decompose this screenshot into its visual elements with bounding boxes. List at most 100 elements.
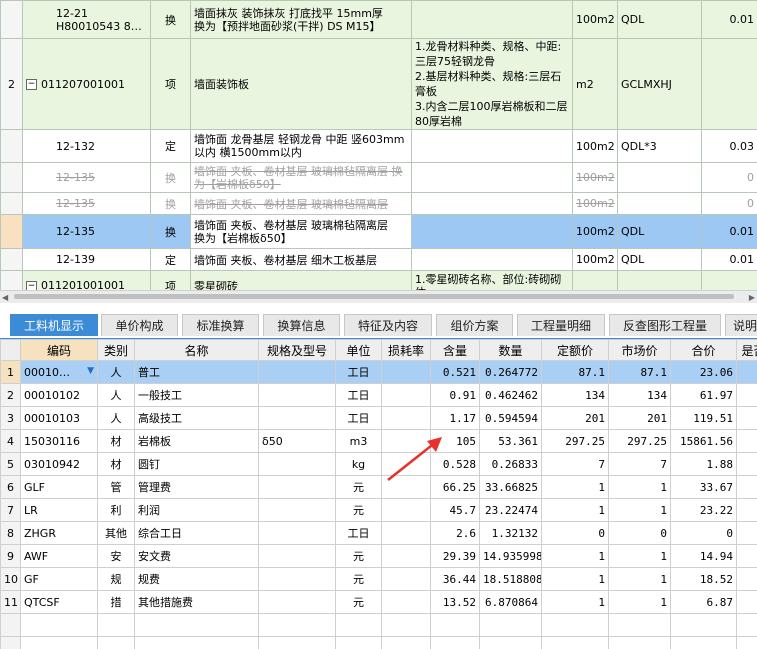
material-content[interactable]: 45.7 [430, 498, 480, 522]
material-market-price[interactable]: 7 [608, 452, 671, 476]
material-flag[interactable] [736, 429, 757, 453]
material-loss-rate[interactable] [381, 498, 431, 522]
tab-notes[interactable]: 说明 [725, 314, 757, 336]
material-unit[interactable]: 工日 [335, 383, 382, 407]
material-total[interactable]: 23.22 [670, 498, 737, 522]
material-spec[interactable] [258, 475, 336, 499]
material-name[interactable]: 其他措施费 [134, 590, 259, 614]
header-unit[interactable]: 单位 [335, 339, 382, 361]
material-row[interactable]: 6 GLF 管 管理费 元 66.25 33.66825 1 1 33.67 [0, 475, 757, 499]
material-row[interactable]: 8 ZHGR 其他 综合工日 工日 2.6 1.32132 0 0 0 [0, 521, 757, 545]
material-code[interactable]: GF [20, 567, 98, 591]
material-market-price[interactable]: 201 [608, 406, 671, 430]
material-name[interactable]: 利润 [134, 498, 259, 522]
bill-row[interactable]: 2 −011207001001 项 墙面装饰板 1.龙骨材料种类、规格、中距:三… [0, 38, 757, 130]
material-category[interactable]: 人 [97, 360, 135, 384]
material-quota-price[interactable]: 297.25 [541, 429, 609, 453]
material-quota-price[interactable]: 7 [541, 452, 609, 476]
material-content[interactable]: 13.52 [430, 590, 480, 614]
quota-name-editor[interactable]: 墙饰面 夹板、卷材基层 玻璃棉毡隔离层 换为【岩棉板δ50】 [190, 214, 412, 249]
quota-row-selected[interactable]: 12-135 换 墙饰面 夹板、卷材基层 玻璃棉毡隔离层 换为【岩棉板δ50】 … [0, 214, 757, 249]
material-content[interactable]: 36.44 [430, 567, 480, 591]
material-loss-rate[interactable] [381, 567, 431, 591]
material-total[interactable]: 15861.56 [670, 429, 737, 453]
material-unit[interactable]: m3 [335, 429, 382, 453]
material-category[interactable]: 人 [97, 383, 135, 407]
material-spec[interactable] [258, 383, 336, 407]
material-total[interactable]: 23.06 [670, 360, 737, 384]
material-total[interactable]: 61.97 [670, 383, 737, 407]
material-quota-price[interactable]: 1 [541, 475, 609, 499]
material-market-price[interactable]: 297.25 [608, 429, 671, 453]
material-quota-price[interactable]: 87.1 [541, 360, 609, 384]
material-quota-price[interactable]: 1 [541, 567, 609, 591]
horizontal-scrollbar[interactable]: ◀ ▶ [0, 290, 757, 303]
material-spec[interactable] [258, 521, 336, 545]
tab-features[interactable]: 特征及内容 [344, 314, 432, 336]
material-content[interactable]: 105 [430, 429, 480, 453]
material-flag[interactable] [736, 521, 757, 545]
header-content[interactable]: 含量 [430, 339, 480, 361]
material-content[interactable]: 0.521 [430, 360, 480, 384]
material-loss-rate[interactable] [381, 429, 431, 453]
material-name[interactable]: 一般技工 [134, 383, 259, 407]
material-quantity[interactable]: 6.870864 [479, 590, 542, 614]
material-market-price[interactable]: 1 [608, 498, 671, 522]
material-category[interactable]: 规 [97, 567, 135, 591]
material-unit[interactable]: 元 [335, 544, 382, 568]
material-spec[interactable] [258, 544, 336, 568]
material-quantity[interactable]: 0.26833 [479, 452, 542, 476]
quota-row-disabled[interactable]: 12-135 换 墙饰面 夹板、卷材基层 玻璃棉毡隔离层 100m2 0 [0, 192, 757, 215]
material-total[interactable]: 14.94 [670, 544, 737, 568]
material-name[interactable]: 综合工日 [134, 521, 259, 545]
material-loss-rate[interactable] [381, 475, 431, 499]
tab-unit-price[interactable]: 单价构成 [101, 314, 178, 336]
material-row[interactable]: 1 00010… ▼ 人 普工 工日 0.521 0.264772 87.1 87.1 23.06 [0, 360, 757, 384]
header-code[interactable]: 编码 [20, 339, 98, 361]
scroll-left-icon[interactable]: ◀ [2, 293, 8, 302]
material-code[interactable]: 00010103 [20, 406, 98, 430]
material-unit[interactable]: 工日 [335, 521, 382, 545]
scroll-thumb[interactable] [14, 294, 734, 299]
material-row[interactable]: 3 00010103 人 高级技工 工日 1.17 0.594594 201 201 119.51 [0, 406, 757, 430]
material-spec[interactable] [258, 360, 336, 384]
material-code[interactable]: LR [20, 498, 98, 522]
material-category[interactable]: 人 [97, 406, 135, 430]
material-quantity[interactable]: 33.66825 [479, 475, 542, 499]
material-total[interactable]: 0 [670, 521, 737, 545]
material-row[interactable]: 4 15030116 材 岩棉板 δ50 m3 105 53.361 297.25 297.25 1… [0, 429, 757, 453]
material-total[interactable]: 119.51 [670, 406, 737, 430]
material-quota-price[interactable]: 1 [541, 544, 609, 568]
material-content[interactable]: 66.25 [430, 475, 480, 499]
material-unit[interactable]: 元 [335, 567, 382, 591]
material-row[interactable]: 7 LR 利 利润 元 45.7 23.22474 1 1 23.22 [0, 498, 757, 522]
material-category[interactable]: 利 [97, 498, 135, 522]
material-quantity[interactable]: 18.518808 [479, 567, 542, 591]
header-quota-price[interactable]: 定额价 [541, 339, 609, 361]
material-category[interactable]: 措 [97, 590, 135, 614]
material-category[interactable]: 材 [97, 429, 135, 453]
material-flag[interactable] [736, 360, 757, 384]
material-spec[interactable] [258, 452, 336, 476]
material-total[interactable]: 33.67 [670, 475, 737, 499]
tab-reverse-lookup[interactable]: 反查图形工程量 [609, 314, 721, 336]
material-name[interactable]: 管理费 [134, 475, 259, 499]
material-unit[interactable]: 元 [335, 590, 382, 614]
quota-row-disabled[interactable]: 12-135 换 墙饰面 夹板、卷材基层 玻璃棉毡隔离层 换为【岩棉板δ50】 … [0, 162, 757, 193]
scroll-right-icon[interactable]: ▶ [749, 293, 755, 302]
header-category[interactable]: 类别 [97, 339, 135, 361]
material-quantity[interactable]: 0.594594 [479, 406, 542, 430]
tab-pricing-scheme[interactable]: 组价方案 [436, 314, 513, 336]
material-code[interactable]: 15030116 [20, 429, 98, 453]
material-loss-rate[interactable] [381, 360, 431, 384]
header-name[interactable]: 名称 [134, 339, 259, 361]
header-total[interactable]: 合价 [670, 339, 737, 361]
material-quantity[interactable]: 1.32132 [479, 521, 542, 545]
material-spec[interactable] [258, 567, 336, 591]
material-code[interactable]: QTCSF [20, 590, 98, 614]
material-quantity[interactable]: 53.361 [479, 429, 542, 453]
material-spec[interactable] [258, 406, 336, 430]
material-quota-price[interactable]: 134 [541, 383, 609, 407]
material-unit[interactable]: kg [335, 452, 382, 476]
dropdown-arrow-icon[interactable]: ▼ [87, 366, 94, 376]
